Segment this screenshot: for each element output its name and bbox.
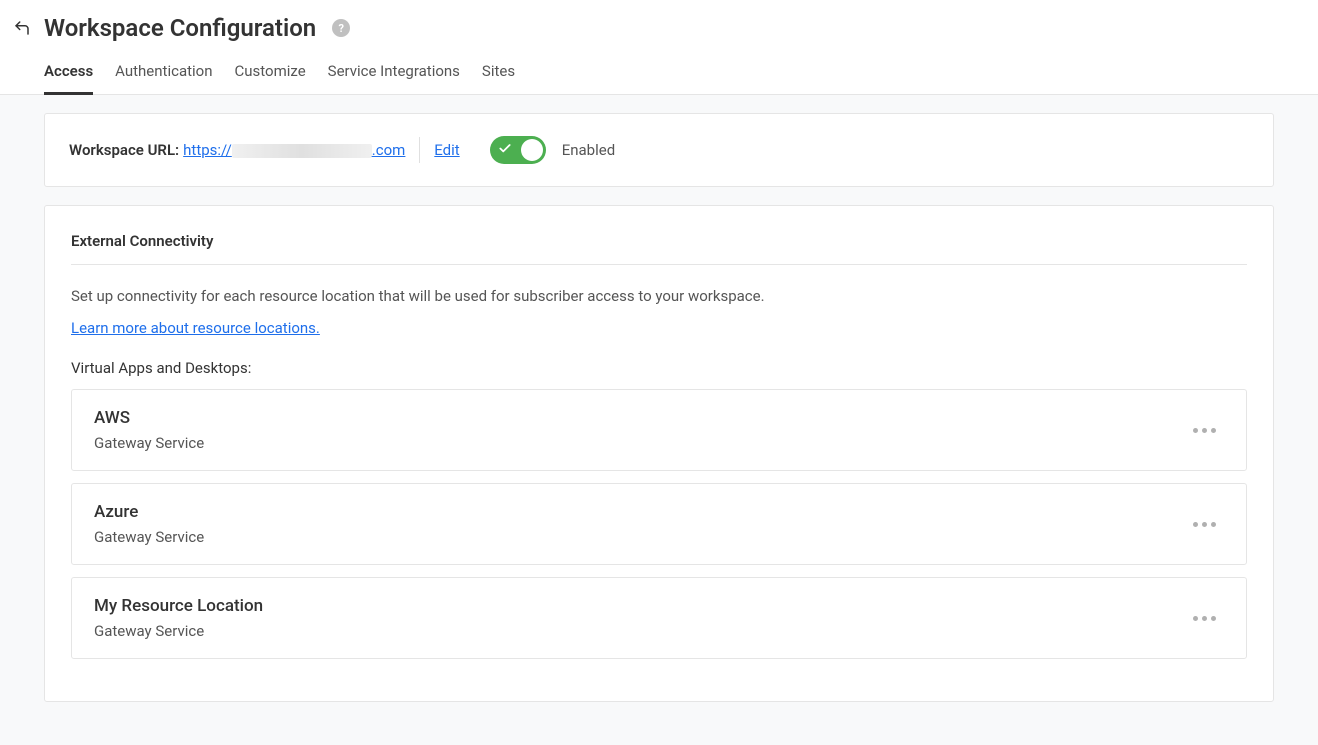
more-icon[interactable]: [1185, 608, 1224, 629]
resource-name: Azure: [94, 502, 204, 522]
workspace-url-link[interactable]: https:// .com: [183, 141, 405, 159]
divider: [419, 137, 420, 163]
tab-access[interactable]: Access: [44, 52, 93, 95]
enable-toggle-group: Enabled: [490, 136, 615, 164]
toggle-knob: [521, 139, 543, 161]
section-description: Set up connectivity for each resource lo…: [71, 287, 1247, 305]
page-header: Workspace Configuration ?: [0, 0, 1318, 52]
back-arrow-icon[interactable]: [12, 18, 32, 38]
enable-toggle[interactable]: [490, 136, 546, 164]
resource-name: My Resource Location: [94, 596, 263, 616]
subsection-label: Virtual Apps and Desktops:: [71, 359, 1247, 377]
more-icon[interactable]: [1185, 420, 1224, 441]
workspace-url-redacted: [232, 144, 372, 158]
content-area: Workspace URL: https:// .com Edit Enabled…: [0, 95, 1318, 745]
resource-type: Gateway Service: [94, 622, 263, 640]
page-title: Workspace Configuration: [44, 14, 316, 42]
resource-type: Gateway Service: [94, 434, 204, 452]
tab-customize[interactable]: Customize: [235, 52, 306, 95]
toggle-state-label: Enabled: [562, 141, 615, 159]
tab-service-integrations[interactable]: Service Integrations: [328, 52, 460, 95]
workspace-url-suffix: .com: [372, 141, 406, 159]
resource-name: AWS: [94, 408, 204, 428]
tab-bar: Access Authentication Customize Service …: [0, 52, 1318, 95]
section-title: External Connectivity: [71, 232, 1247, 265]
resource-type: Gateway Service: [94, 528, 204, 546]
resource-card: AWS Gateway Service: [71, 389, 1247, 471]
resource-card: My Resource Location Gateway Service: [71, 577, 1247, 659]
workspace-url-label: Workspace URL:: [69, 141, 179, 159]
edit-link[interactable]: Edit: [434, 141, 459, 159]
external-connectivity-card: External Connectivity Set up connectivit…: [44, 205, 1274, 702]
help-icon[interactable]: ?: [332, 19, 350, 37]
workspace-url-card: Workspace URL: https:// .com Edit Enabled: [44, 113, 1274, 187]
resource-card: Azure Gateway Service: [71, 483, 1247, 565]
resource-info: AWS Gateway Service: [94, 408, 204, 452]
resource-info: My Resource Location Gateway Service: [94, 596, 263, 640]
tab-authentication[interactable]: Authentication: [115, 52, 212, 95]
check-icon: [498, 142, 512, 159]
tab-sites[interactable]: Sites: [482, 52, 515, 95]
resource-info: Azure Gateway Service: [94, 502, 204, 546]
learn-more-link[interactable]: Learn more about resource locations.: [71, 319, 320, 337]
workspace-url-prefix: https://: [183, 141, 232, 159]
more-icon[interactable]: [1185, 514, 1224, 535]
